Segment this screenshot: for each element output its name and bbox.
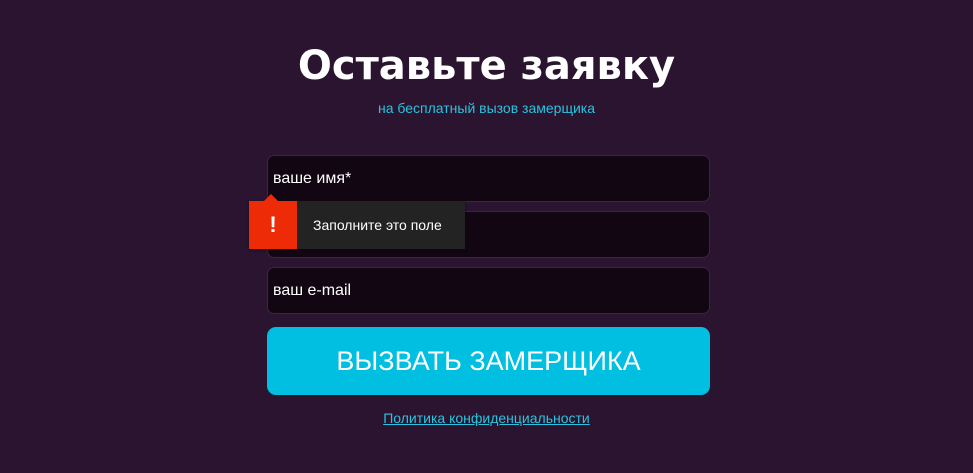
tooltip-arrow (264, 194, 278, 201)
privacy-policy-link[interactable]: Политика конфиденциальности (383, 410, 590, 426)
name-input[interactable] (267, 155, 710, 202)
validation-message: Заполните это поле (313, 217, 442, 233)
exclamation-glyph: ! (269, 212, 277, 237)
exclamation-icon: ! (249, 194, 297, 249)
validation-tooltip: ! Заполните это поле (249, 194, 465, 249)
policy-container: Политика конфиденциальности (0, 408, 973, 428)
form-title: Оставьте заявку (297, 43, 676, 89)
email-input[interactable] (267, 267, 710, 314)
form-subtitle: на бесплатный вызов замерщика (377, 100, 596, 116)
call-measurer-button[interactable]: ВЫЗВАТЬ ЗАМЕРЩИКА (267, 327, 710, 395)
